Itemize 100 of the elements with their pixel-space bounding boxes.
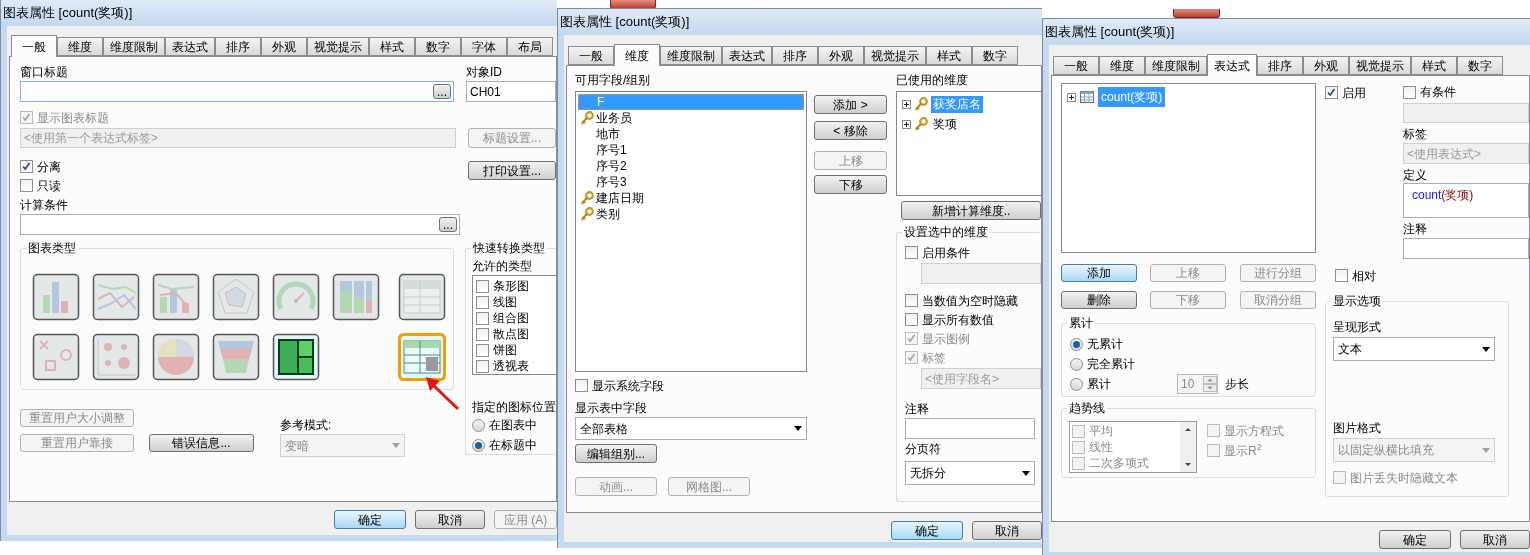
- tab[interactable]: 外观: [261, 37, 307, 56]
- tab[interactable]: 排序: [215, 37, 261, 56]
- text-field[interactable]: ...: [20, 214, 460, 235]
- checkbox[interactable]: 只读: [20, 176, 61, 195]
- list-item[interactable]: 建店日期: [578, 190, 804, 206]
- move-button[interactable]: 添加 >: [814, 95, 887, 114]
- tab[interactable]: 维度限制: [1145, 56, 1207, 75]
- settings-button[interactable]: 打印设置...: [468, 161, 556, 180]
- checkbox[interactable]: 线图: [476, 294, 517, 310]
- checkbox[interactable]: 饼图: [476, 342, 517, 358]
- radio-button[interactable]: 完全累计: [1070, 354, 1135, 374]
- expand-icon[interactable]: [1067, 92, 1076, 102]
- browse-button[interactable]: ...: [439, 217, 457, 232]
- checkbox[interactable]: 透视表: [476, 358, 529, 374]
- dialog-button[interactable]: 取消: [972, 521, 1042, 540]
- radio-button[interactable]: 无累计: [1070, 334, 1123, 354]
- tab[interactable]: 维度限制: [103, 37, 165, 56]
- tab[interactable]: 排序: [1257, 56, 1303, 75]
- tab[interactable]: 视觉提示: [1349, 56, 1411, 75]
- text-field[interactable]: [905, 418, 1035, 439]
- tab[interactable]: 一般: [568, 46, 614, 65]
- tab[interactable]: 布局: [507, 37, 553, 56]
- stacked-bar-chart-icon[interactable]: [332, 273, 380, 321]
- tab[interactable]: 维度: [614, 44, 660, 66]
- expression-button[interactable]: 添加: [1061, 264, 1137, 282]
- pivot-table-icon[interactable]: [398, 333, 446, 381]
- move-button[interactable]: < 移除: [814, 121, 887, 140]
- text-field[interactable]: ...: [20, 81, 454, 102]
- tab[interactable]: 维度限制: [660, 46, 722, 65]
- edit-groups-button[interactable]: 编辑组别...: [575, 444, 657, 463]
- tab[interactable]: 表达式: [165, 37, 215, 56]
- tab[interactable]: 视觉提示: [307, 37, 369, 56]
- error-info-button[interactable]: 错误信息...: [149, 434, 254, 452]
- gauge-icon[interactable]: [272, 273, 320, 321]
- tab[interactable]: 样式: [1411, 56, 1457, 75]
- radio-button[interactable]: 在图表中: [472, 415, 537, 435]
- list-item[interactable]: 序号2: [578, 158, 804, 174]
- dialog-button[interactable]: 取消: [1460, 530, 1530, 549]
- tab[interactable]: 表达式: [722, 46, 772, 65]
- checkbox[interactable]: 分离: [20, 157, 61, 176]
- move-button[interactable]: 下移: [814, 175, 887, 194]
- tab[interactable]: 样式: [369, 37, 415, 56]
- bar-chart-icon[interactable]: [32, 273, 80, 321]
- tab[interactable]: 排序: [772, 46, 818, 65]
- scrollbar[interactable]: [1180, 422, 1196, 472]
- dialog-button[interactable]: 确定: [1379, 530, 1451, 549]
- pie-chart-icon[interactable]: [152, 333, 200, 381]
- radar-chart-icon[interactable]: [212, 273, 260, 321]
- dialog-button[interactable]: 确定: [891, 521, 963, 540]
- radio-button[interactable]: 在标题中: [472, 435, 537, 455]
- tab[interactable]: 外观: [818, 46, 864, 65]
- checkbox[interactable]: 相对: [1335, 266, 1376, 285]
- checkbox[interactable]: 当数值为空时隐藏: [905, 291, 1018, 310]
- expression-button[interactable]: 删除: [1061, 291, 1137, 309]
- checkbox[interactable]: 有条件: [1403, 83, 1456, 102]
- definition-field[interactable]: count(奖项): [1403, 182, 1529, 219]
- block-chart-icon[interactable]: [272, 333, 320, 381]
- tab[interactable]: 数字: [972, 46, 1018, 65]
- table-icon[interactable]: [398, 273, 446, 321]
- close-button[interactable]: [1173, 9, 1220, 18]
- tab[interactable]: 视觉提示: [864, 46, 926, 65]
- browse-button[interactable]: ...: [433, 84, 451, 99]
- dialog-button[interactable]: 确定: [334, 510, 406, 529]
- line-chart-icon[interactable]: [92, 273, 140, 321]
- dropdown[interactable]: 全部表格: [575, 417, 807, 440]
- combo-chart-icon[interactable]: [152, 273, 200, 321]
- checkbox[interactable]: 散点图: [476, 326, 529, 342]
- list-item[interactable]: 地市: [578, 126, 804, 142]
- tab[interactable]: 表达式: [1207, 54, 1257, 76]
- tab[interactable]: 外观: [1303, 56, 1349, 75]
- text-field[interactable]: [1403, 238, 1529, 259]
- checkbox[interactable]: 启用: [1325, 83, 1403, 102]
- tab[interactable]: 数字: [415, 37, 461, 56]
- checkbox[interactable]: 条形图: [476, 278, 529, 294]
- dropdown[interactable]: 文本: [1333, 337, 1495, 361]
- bubble-chart-icon[interactable]: [92, 333, 140, 381]
- text-field[interactable]: CH01: [466, 81, 556, 102]
- dialog-button[interactable]: 取消: [415, 510, 485, 529]
- funnel-chart-icon[interactable]: [212, 333, 260, 381]
- radio-button[interactable]: 累计: [1070, 374, 1177, 394]
- expand-icon[interactable]: [902, 99, 911, 109]
- list-item[interactable]: 序号1: [578, 142, 804, 158]
- checkbox[interactable]: 显示系统字段: [575, 376, 664, 395]
- tab[interactable]: 一般: [11, 35, 57, 57]
- new-dimension-button[interactable]: 新增计算维度..: [901, 201, 1041, 220]
- checkbox[interactable]: 显示所有数值: [905, 310, 994, 329]
- tab[interactable]: 维度: [1099, 56, 1145, 75]
- list-item[interactable]: 序号3: [578, 174, 804, 190]
- scatter-plot-icon[interactable]: [32, 333, 80, 381]
- tab[interactable]: 数字: [1457, 56, 1503, 75]
- list-item[interactable]: 类别: [578, 206, 804, 222]
- checkbox[interactable]: 组合图: [476, 310, 529, 326]
- dropdown[interactable]: 无拆分: [905, 461, 1035, 485]
- checkbox[interactable]: 启用条件: [905, 243, 970, 262]
- tab[interactable]: 一般: [1053, 56, 1099, 75]
- tree-item[interactable]: 奖项: [902, 115, 959, 133]
- tab[interactable]: 字体: [461, 37, 507, 56]
- expand-icon[interactable]: [902, 119, 911, 129]
- tab[interactable]: 样式: [926, 46, 972, 65]
- tab[interactable]: 维度: [57, 37, 103, 56]
